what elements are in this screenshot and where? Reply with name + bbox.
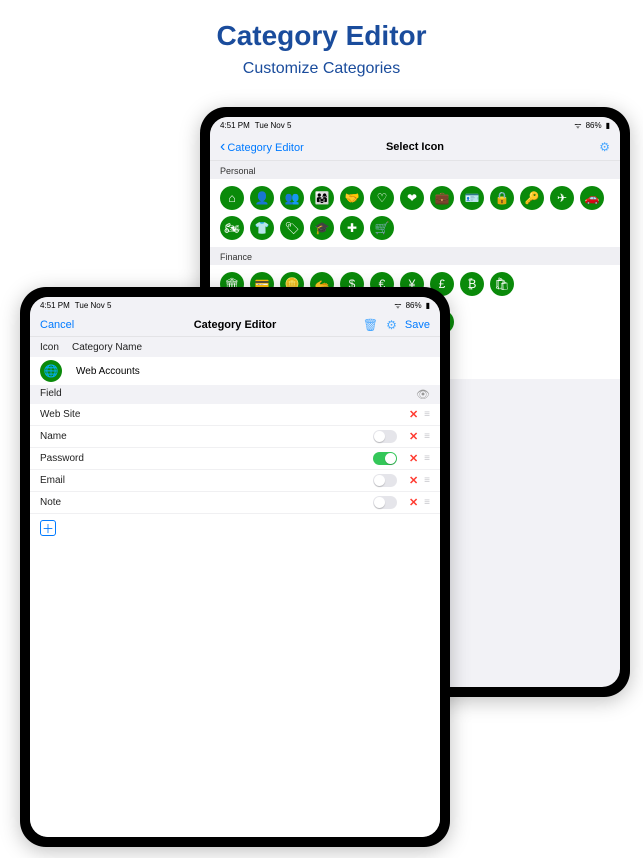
delete-field-button[interactable]: ✕ bbox=[409, 452, 418, 465]
save-button[interactable]: Save bbox=[405, 319, 430, 331]
bitcoin-icon[interactable]: ₿ bbox=[460, 272, 484, 296]
secure-toggle[interactable] bbox=[373, 474, 397, 487]
wifi-icon: ᯤ bbox=[394, 300, 401, 311]
page-title: Category Editor bbox=[0, 20, 643, 52]
field-name[interactable]: Email bbox=[40, 475, 373, 486]
battery-label: 86% bbox=[406, 301, 422, 310]
plus-icon[interactable]: ✚ bbox=[340, 216, 364, 240]
category-icon[interactable]: 🌐 bbox=[40, 360, 62, 382]
car-icon[interactable]: 🚗 bbox=[580, 186, 604, 210]
status-bar: 4:51 PM Tue Nov 5 ᯤ 86% ▮ bbox=[210, 117, 620, 134]
gear-icon[interactable]: ⚙︎ bbox=[386, 318, 397, 332]
id-icon[interactable]: 🪪 bbox=[460, 186, 484, 210]
lock-icon[interactable]: 🔒 bbox=[490, 186, 514, 210]
add-field-button[interactable]: ＋ bbox=[40, 520, 56, 536]
status-date: Tue Nov 5 bbox=[255, 121, 292, 130]
delete-field-button[interactable]: ✕ bbox=[409, 474, 418, 487]
cart-icon[interactable]: 🛒 bbox=[370, 216, 394, 240]
back-button[interactable]: Category Editor bbox=[220, 138, 304, 156]
shop-icon[interactable]: 🛍 bbox=[490, 272, 514, 296]
shirt-icon[interactable]: 👕 bbox=[250, 216, 274, 240]
field-name[interactable]: Password bbox=[40, 453, 373, 464]
eye-icon[interactable]: 👁 bbox=[416, 388, 430, 401]
drag-handle-icon[interactable]: ≡ bbox=[424, 431, 430, 442]
delete-field-button[interactable]: ✕ bbox=[409, 496, 418, 509]
category-name-input[interactable] bbox=[72, 363, 192, 380]
plane-icon[interactable]: ✈ bbox=[550, 186, 574, 210]
nav-title: Select Icon bbox=[310, 141, 520, 153]
status-bar: 4:51 PM Tue Nov 5 ᯤ 86% ▮ bbox=[30, 297, 440, 314]
cancel-button[interactable]: Cancel bbox=[40, 319, 74, 331]
ipad-category-editor: 4:51 PM Tue Nov 5 ᯤ 86% ▮ Cancel Categor… bbox=[20, 287, 450, 847]
hands-icon[interactable]: 🤝 bbox=[340, 186, 364, 210]
gear-icon[interactable]: ⚙︎ bbox=[599, 140, 610, 154]
wifi-icon: ᯤ bbox=[574, 120, 581, 131]
field-row: Name ✕ ≡ bbox=[30, 426, 440, 448]
delete-field-button[interactable]: ✕ bbox=[409, 430, 418, 443]
icon-grid: ⌂👤👥👨‍👩‍👧🤝♡❤💼🪪🔒🔑✈🚗 🏍👕🏷🎓✚🛒 bbox=[210, 179, 620, 247]
trash-icon[interactable]: 🗑 bbox=[363, 318, 378, 332]
briefcase-icon[interactable]: 💼 bbox=[430, 186, 454, 210]
family-icon[interactable]: 👨‍👩‍👧 bbox=[310, 186, 334, 210]
battery-icon: ▮ bbox=[606, 121, 610, 130]
field-row: Password ✕ ≡ bbox=[30, 448, 440, 470]
status-time: 4:51 PM bbox=[220, 121, 250, 130]
heart2-icon[interactable]: ❤ bbox=[400, 186, 424, 210]
drag-handle-icon[interactable]: ≡ bbox=[424, 409, 430, 420]
delete-field-button[interactable]: ✕ bbox=[409, 408, 418, 421]
field-label: Field bbox=[40, 388, 62, 401]
users-icon[interactable]: 👥 bbox=[280, 186, 304, 210]
status-time: 4:51 PM bbox=[40, 301, 70, 310]
category-name-header: Category Name bbox=[72, 342, 142, 353]
motorcycle-icon[interactable]: 🏍 bbox=[220, 216, 244, 240]
field-row: Web Site ✕ ≡ bbox=[30, 404, 440, 426]
home-icon[interactable]: ⌂ bbox=[220, 186, 244, 210]
user-icon[interactable]: 👤 bbox=[250, 186, 274, 210]
battery-label: 86% bbox=[586, 121, 602, 130]
column-headers: Icon Category Name bbox=[30, 337, 440, 357]
navbar: Category Editor Select Icon ⚙︎ bbox=[210, 134, 620, 161]
field-name[interactable]: Note bbox=[40, 497, 373, 508]
tag-icon[interactable]: 🏷 bbox=[280, 216, 304, 240]
field-row: Email ✕ ≡ bbox=[30, 470, 440, 492]
secure-toggle[interactable] bbox=[373, 430, 397, 443]
navbar: Cancel Category Editor 🗑 ⚙︎ Save bbox=[30, 314, 440, 337]
field-header: Field 👁 bbox=[30, 385, 440, 404]
battery-icon: ▮ bbox=[426, 301, 430, 310]
graduation-icon[interactable]: 🎓 bbox=[310, 216, 334, 240]
icon-header: Icon bbox=[40, 342, 72, 353]
drag-handle-icon[interactable]: ≡ bbox=[424, 475, 430, 486]
heart-icon[interactable]: ♡ bbox=[370, 186, 394, 210]
field-name[interactable]: Web Site bbox=[40, 409, 373, 420]
section-header: Personal bbox=[210, 161, 620, 179]
drag-handle-icon[interactable]: ≡ bbox=[424, 453, 430, 464]
secure-toggle[interactable] bbox=[373, 496, 397, 509]
field-row: Note ✕ ≡ bbox=[30, 492, 440, 514]
key-icon[interactable]: 🔑 bbox=[520, 186, 544, 210]
nav-title: Category Editor bbox=[130, 319, 340, 331]
status-date: Tue Nov 5 bbox=[75, 301, 112, 310]
page-subtitle: Customize Categories bbox=[0, 60, 643, 78]
drag-handle-icon[interactable]: ≡ bbox=[424, 497, 430, 508]
section-header: Finance bbox=[210, 247, 620, 265]
field-name[interactable]: Name bbox=[40, 431, 373, 442]
secure-toggle[interactable] bbox=[373, 452, 397, 465]
